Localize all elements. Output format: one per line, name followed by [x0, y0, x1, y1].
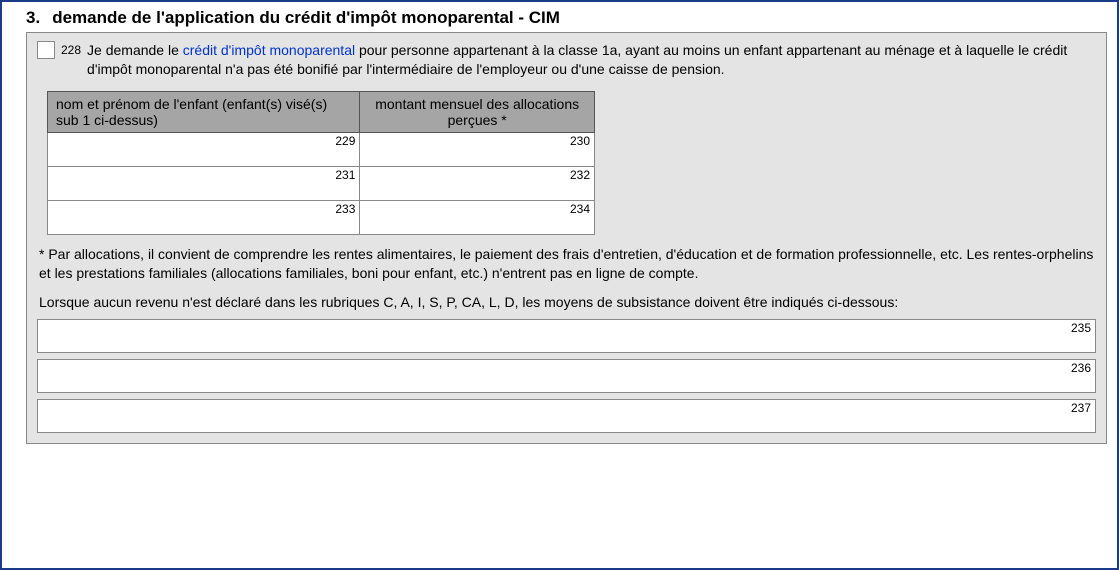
section-number: 3.	[26, 8, 40, 28]
request-text-pre: Je demande le	[87, 42, 183, 58]
subsistence-fields: 235 236 237	[37, 319, 1096, 433]
request-text: Je demande le crédit d'impôt monoparenta…	[87, 41, 1096, 79]
field-code: 231	[335, 168, 355, 182]
checkbox-code: 228	[61, 41, 81, 59]
child-name-field[interactable]: 229	[48, 132, 360, 166]
checkbox-228[interactable]	[37, 41, 55, 59]
table-row: 231 232	[48, 166, 595, 200]
subsistence-note: Lorsque aucun revenu n'est déclaré dans …	[39, 293, 1094, 312]
section-panel: 228 Je demande le crédit d'impôt monopar…	[26, 32, 1107, 444]
field-code: 237	[1071, 401, 1091, 415]
child-name-field[interactable]: 233	[48, 200, 360, 234]
section-title: demande de l'application du crédit d'imp…	[52, 8, 560, 28]
request-row: 228 Je demande le crédit d'impôt monopar…	[37, 41, 1096, 79]
field-code: 229	[335, 134, 355, 148]
table-header-name: nom et prénom de l'enfant (enfant(s) vis…	[48, 91, 360, 132]
subsistence-field[interactable]: 235	[37, 319, 1096, 353]
field-code: 230	[570, 134, 590, 148]
subsistence-field[interactable]: 236	[37, 359, 1096, 393]
table-row: 233 234	[48, 200, 595, 234]
children-table: nom et prénom de l'enfant (enfant(s) vis…	[47, 91, 595, 235]
field-code: 233	[335, 202, 355, 216]
table-header-amount: montant mensuel des allocations perçues …	[360, 91, 595, 132]
child-amount-field[interactable]: 230	[360, 132, 595, 166]
form-frame: 3. demande de l'application du crédit d'…	[0, 0, 1119, 570]
child-amount-field[interactable]: 232	[360, 166, 595, 200]
section-header: 3. demande de l'application du crédit d'…	[12, 8, 1107, 28]
field-code: 234	[570, 202, 590, 216]
child-amount-field[interactable]: 234	[360, 200, 595, 234]
credit-link[interactable]: crédit d'impôt monoparental	[183, 42, 355, 58]
field-code: 232	[570, 168, 590, 182]
subsistence-field[interactable]: 237	[37, 399, 1096, 433]
allocations-footnote: * Par allocations, il convient de compre…	[39, 245, 1094, 283]
table-row: 229 230	[48, 132, 595, 166]
child-name-field[interactable]: 231	[48, 166, 360, 200]
field-code: 236	[1071, 361, 1091, 375]
field-code: 235	[1071, 321, 1091, 335]
